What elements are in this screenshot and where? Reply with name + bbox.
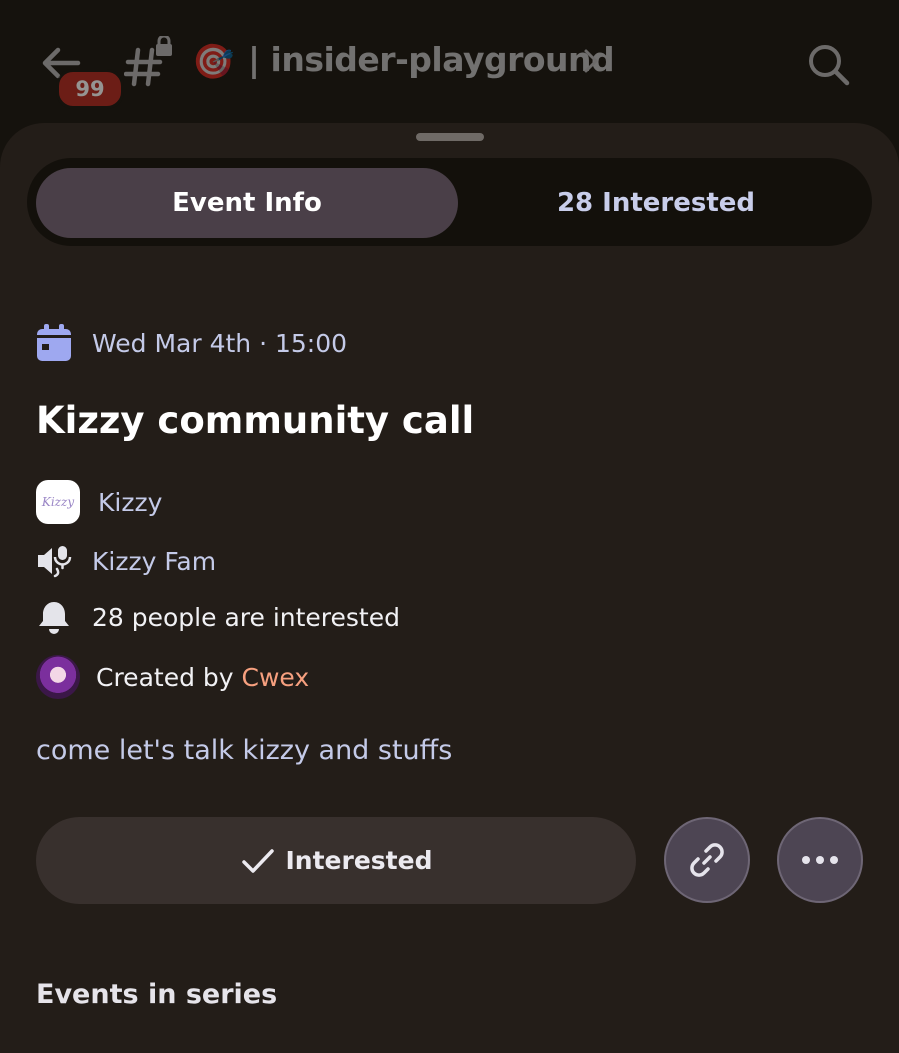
locked-channel-icon <box>124 36 172 87</box>
interested-button[interactable]: Interested <box>36 817 636 904</box>
stage-channel-row[interactable]: Kizzy Fam <box>36 543 216 579</box>
server-name: Kizzy <box>98 487 163 517</box>
more-dots-icon <box>802 856 838 864</box>
creator-avatar[interactable] <box>36 655 80 699</box>
event-description: come let's talk kizzy and stuffs <box>36 735 453 766</box>
event-datetime: Wed Mar 4th · 15:00 <box>92 328 348 358</box>
interested-count-row: 28 people are interested <box>36 599 400 635</box>
unread-badge: 99 <box>56 69 124 109</box>
check-icon <box>241 848 274 873</box>
copy-link-button[interactable] <box>664 817 750 903</box>
stage-channel-icon <box>38 546 72 578</box>
chevron-right-icon[interactable] <box>580 46 602 76</box>
server-row[interactable]: Kizzy Kizzy <box>36 480 162 524</box>
top-bar: 🎯 | insider-playground 99 <box>0 0 899 125</box>
creator-name[interactable]: Cwex <box>242 663 310 692</box>
tab-interested[interactable]: 28 Interested <box>456 168 856 238</box>
bell-icon <box>39 602 69 634</box>
link-icon <box>690 843 724 877</box>
created-by-label: Created by <box>96 662 242 692</box>
tab-event-info[interactable]: Event Info <box>36 168 458 238</box>
interested-count-text: 28 people are interested <box>92 602 400 632</box>
search-icon[interactable] <box>806 42 850 86</box>
calendar-icon <box>37 324 71 361</box>
stage-channel-name: Kizzy Fam <box>92 546 217 576</box>
events-in-series-heading: Events in series <box>36 979 278 1010</box>
drag-handle[interactable] <box>416 133 484 141</box>
channel-name[interactable]: | insider-playground <box>248 40 615 79</box>
tab-bar: Event Info 28 Interested <box>27 158 872 246</box>
more-options-button[interactable] <box>777 817 863 903</box>
server-logo: Kizzy <box>36 480 80 524</box>
event-title: Kizzy community call <box>36 399 475 442</box>
event-date-row: Wed Mar 4th · 15:00 <box>36 323 347 363</box>
event-sheet: Event Info 28 Interested Wed Mar 4th · 1… <box>0 123 899 1053</box>
target-emoji-icon: 🎯 <box>192 42 235 82</box>
interested-button-label: Interested <box>285 846 433 875</box>
creator-row: Created by Cwex <box>36 655 309 699</box>
